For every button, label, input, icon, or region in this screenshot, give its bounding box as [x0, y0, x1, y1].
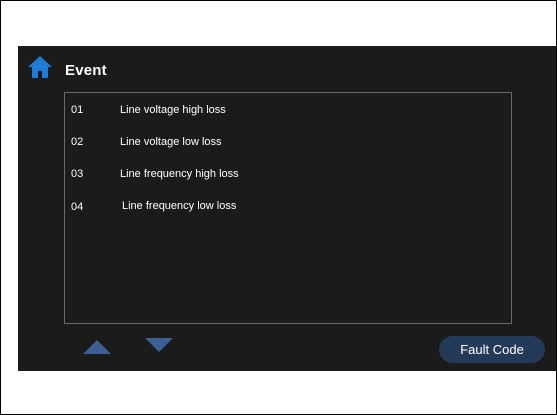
triangle-up-icon [83, 340, 111, 354]
event-label: Line voltage high loss [120, 104, 226, 116]
event-code: 02 [71, 136, 84, 148]
home-icon[interactable] [27, 55, 53, 79]
event-label: Line frequency low loss [122, 200, 237, 212]
event-code: 01 [71, 104, 84, 116]
page-down-button[interactable] [144, 337, 174, 353]
event-code: 03 [71, 168, 84, 180]
event-label: Line voltage low loss [120, 136, 222, 148]
event-code: 04 [71, 201, 84, 213]
page-up-button[interactable] [82, 339, 112, 355]
page-title: Event [65, 62, 107, 79]
fault-code-button[interactable]: Fault Code [439, 336, 545, 363]
event-list-item[interactable]: 01 Line voltage high loss [65, 102, 511, 120]
event-list-item[interactable]: 03 Line frequency high loss [65, 166, 511, 184]
event-label: Line frequency high loss [120, 168, 239, 180]
event-list-item[interactable]: 02 Line voltage low loss [65, 134, 511, 152]
event-list: 01 Line voltage high loss 02 Line voltag… [64, 92, 512, 324]
page-frame: Event 01 Line voltage high loss 02 Line … [0, 0, 557, 415]
device-screen: Event 01 Line voltage high loss 02 Line … [18, 46, 556, 371]
triangle-down-icon [145, 338, 173, 352]
event-list-item[interactable]: 04 Line frequency low loss [65, 198, 511, 216]
